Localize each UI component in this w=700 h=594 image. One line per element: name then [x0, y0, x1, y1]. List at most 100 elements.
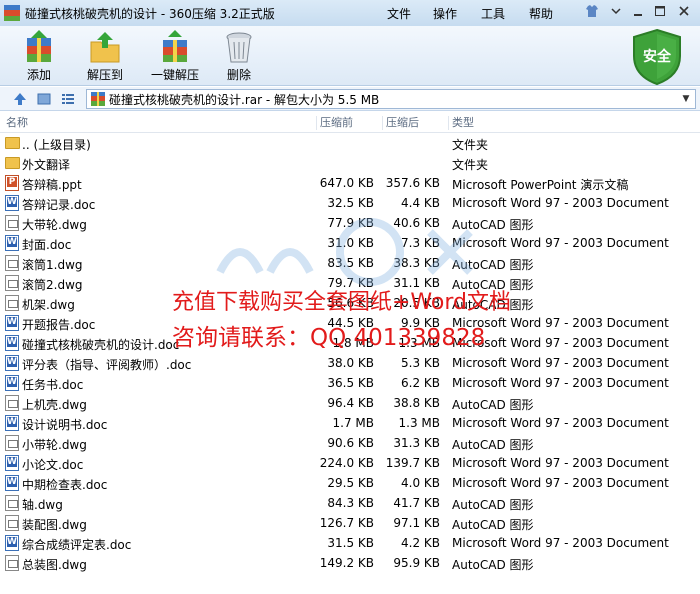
column-name[interactable]: 名称: [3, 116, 28, 130]
file-row[interactable]: 上机壳.dwg 96.4 KB 38.8 KB AutoCAD 图形: [0, 393, 700, 413]
extract-to-button[interactable]: 解压到: [72, 26, 138, 84]
file-size-before: 32.5 KB: [327, 196, 374, 210]
extract-to-label: 解压到: [86, 68, 123, 82]
file-row[interactable]: .. (上级目录) 文件夹: [0, 133, 700, 153]
add-button[interactable]: 添加: [6, 26, 72, 84]
file-size-before: 224.0 KB: [319, 456, 374, 470]
file-row[interactable]: 小论文.doc 224.0 KB 139.7 KB Microsoft Word 97…: [0, 453, 700, 473]
folder-icon: [5, 157, 20, 169]
maximize-icon[interactable]: [652, 3, 668, 19]
file-size-before: 38.0 KB: [327, 356, 374, 370]
file-size-before: 1.7 MB: [332, 416, 374, 430]
file-type: 文件夹: [452, 158, 489, 172]
file-name: 答辩记录.doc: [22, 198, 96, 212]
menu-help[interactable]: 帮助: [529, 5, 553, 22]
word-file-icon: [5, 235, 19, 251]
file-size-after: 31.3 KB: [393, 436, 440, 450]
file-name: 封面.doc: [22, 238, 72, 252]
file-type: AutoCAD 图形: [452, 438, 534, 452]
word-file-icon: [5, 415, 19, 431]
column-size-before[interactable]: 压缩前: [316, 116, 353, 130]
file-row[interactable]: 设计说明书.doc 1.7 MB 1.3 MB Microsoft Word 97 -…: [0, 413, 700, 433]
one-click-extract-icon: [157, 30, 193, 64]
file-name: 开题报告.doc: [22, 318, 96, 332]
file-row[interactable]: 评分表（指导、评阅教师）.doc 38.0 KB 5.3 KB Microsoft W…: [0, 353, 700, 373]
file-size-after: 41.7 KB: [393, 496, 440, 510]
file-row[interactable]: 外文翻译 文件夹: [0, 153, 700, 173]
file-type: Microsoft PowerPoint 演示文稿: [452, 178, 629, 192]
extract-to-icon: [87, 30, 123, 64]
folder-icon: [5, 137, 20, 149]
address-text: 碰撞式核桃破壳机的设计.rar - 解包大小为 5.5 MB: [109, 92, 380, 107]
address-field[interactable]: 碰撞式核桃破壳机的设计.rar - 解包大小为 5.5 MB ▼: [86, 89, 696, 109]
file-size-before: 126.7 KB: [319, 516, 374, 530]
file-list: .. (上级目录)文件夹外文翻译文件夹答辩稿.ppt647.0 KB357.6 …: [0, 133, 700, 594]
file-size-after: 97.1 KB: [393, 516, 440, 530]
address-bar: 碰撞式核桃破壳机的设计.rar - 解包大小为 5.5 MB ▼: [0, 87, 700, 111]
file-name: 碰撞式核桃破壳机的设计.doc: [22, 338, 180, 352]
file-size-after: 5.3 KB: [401, 356, 440, 370]
file-row[interactable]: 小带轮.dwg 90.6 KB 31.3 KB AutoCAD 图形: [0, 433, 700, 453]
file-name: 滚筒2.dwg: [22, 278, 83, 292]
security-shield[interactable]: 安全: [630, 28, 684, 86]
delete-icon: [221, 30, 257, 64]
file-row[interactable]: 任务书.doc 36.5 KB 6.2 KB Microsoft Word 97 - …: [0, 373, 700, 393]
file-size-after: 38.8 KB: [393, 396, 440, 410]
security-label: 安全: [643, 49, 671, 65]
file-size-before: 31.5 KB: [327, 536, 374, 550]
file-row[interactable]: 装配图.dwg 126.7 KB 97.1 KB AutoCAD 图形: [0, 513, 700, 533]
file-size-before: 96.4 KB: [327, 396, 374, 410]
autocad-file-icon: [5, 395, 19, 411]
close-icon[interactable]: [676, 3, 692, 19]
file-row[interactable]: 中期检查表.doc 29.5 KB 4.0 KB Microsoft Word 97 …: [0, 473, 700, 493]
large-icon-view-icon[interactable]: [36, 91, 52, 107]
file-size-after: 357.6 KB: [385, 176, 440, 190]
add-archive-icon: [21, 30, 57, 64]
one-click-extract-label: 一键解压: [150, 68, 199, 82]
file-size-before: 84.3 KB: [327, 496, 374, 510]
file-size-after: 4.4 KB: [401, 196, 440, 210]
file-row[interactable]: 总装图.dwg 149.2 KB 95.9 KB AutoCAD 图形: [0, 553, 700, 573]
file-row[interactable]: 轴.dwg 84.3 KB 41.7 KB AutoCAD 图形: [0, 493, 700, 513]
file-size-after: 139.7 KB: [385, 456, 440, 470]
column-type[interactable]: 类型: [448, 116, 474, 130]
chevron-down-icon[interactable]: ▼: [677, 90, 695, 108]
column-size-after[interactable]: 压缩后: [382, 116, 419, 130]
delete-button[interactable]: 删除: [206, 26, 272, 84]
file-row[interactable]: 答辩稿.ppt 647.0 KB 357.6 KB Microsoft PowerPo…: [0, 173, 700, 193]
file-size-before: 29.5 KB: [327, 476, 374, 490]
autocad-file-icon: [5, 215, 19, 231]
autocad-file-icon: [5, 255, 19, 271]
minimize-icon[interactable]: [630, 3, 646, 19]
file-name: 装配图.dwg: [22, 518, 87, 532]
watermark-line-1: 充值下载购买全套图纸+Word文档: [172, 290, 511, 315]
word-file-icon: [5, 355, 19, 371]
menu-tools[interactable]: 工具: [481, 5, 505, 22]
file-row[interactable]: 综合成绩评定表.doc 31.5 KB 4.2 KB Microsoft Word 9…: [0, 533, 700, 553]
file-name: 大带轮.dwg: [22, 218, 87, 232]
one-click-extract-button[interactable]: 一键解压: [142, 26, 208, 84]
menu-file[interactable]: 文件: [387, 5, 411, 22]
skin-icon[interactable]: [584, 3, 600, 19]
file-size-after: 4.0 KB: [401, 476, 440, 490]
file-size-after: 1.3 MB: [398, 416, 440, 430]
word-file-icon: [5, 315, 19, 331]
word-file-icon: [5, 335, 19, 351]
window-title: 碰撞式核桃破壳机的设计 - 360压缩 3.2正式版: [25, 6, 275, 21]
toolbar: 添加 解压到 一键解压 删除: [0, 26, 700, 86]
autocad-file-icon: [5, 495, 19, 511]
up-arrow-icon[interactable]: [12, 91, 28, 107]
menu-dropdown-icon[interactable]: [608, 3, 624, 19]
file-name: 上机壳.dwg: [22, 398, 87, 412]
file-size-after: 6.2 KB: [401, 376, 440, 390]
word-file-icon: [5, 475, 19, 491]
file-name: 任务书.doc: [22, 378, 84, 392]
list-view-icon[interactable]: [60, 91, 76, 107]
file-size-after: 95.9 KB: [393, 556, 440, 570]
menu-operate[interactable]: 操作: [433, 5, 457, 22]
file-type: Microsoft Word 97 - 2003 Document: [452, 536, 669, 550]
file-name: 小论文.doc: [22, 458, 84, 472]
file-type: Microsoft Word 97 - 2003 Document: [452, 356, 669, 370]
file-row[interactable]: 答辩记录.doc 32.5 KB 4.4 KB Microsoft Word 97 -…: [0, 193, 700, 213]
file-type: AutoCAD 图形: [452, 558, 534, 572]
